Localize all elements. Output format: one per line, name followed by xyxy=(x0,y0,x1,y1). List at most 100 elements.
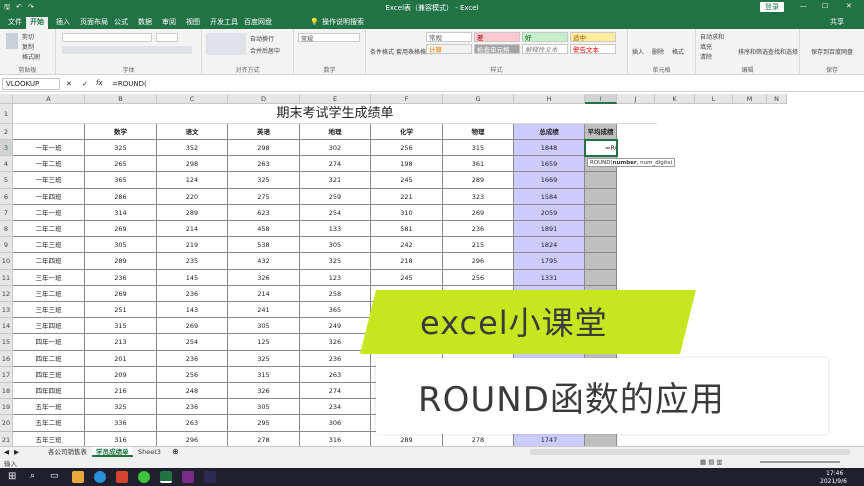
score-cell[interactable]: 278 xyxy=(228,431,300,446)
score-cell[interactable]: 249 xyxy=(300,318,371,335)
score-cell[interactable]: 432 xyxy=(228,253,300,270)
autosum-button[interactable]: 自动求和 xyxy=(700,32,724,41)
header-cell[interactable]: 语文 xyxy=(157,124,228,140)
score-cell[interactable]: 306 xyxy=(300,415,371,432)
score-cell[interactable]: 336 xyxy=(85,415,157,432)
row-header-5[interactable]: 5 xyxy=(0,172,13,189)
score-cell[interactable]: 316 xyxy=(85,431,157,446)
score-cell[interactable]: 251 xyxy=(85,302,157,319)
score-cell[interactable]: 213 xyxy=(85,334,157,351)
row-header-17[interactable]: 17 xyxy=(0,366,13,383)
score-cell[interactable]: 220 xyxy=(157,188,228,205)
score-cell[interactable]: 275 xyxy=(228,188,300,205)
class-name-cell[interactable]: 五年一班 xyxy=(13,399,85,416)
column-header-K[interactable]: K xyxy=(655,94,695,104)
score-cell[interactable]: 274 xyxy=(300,156,371,173)
class-name-cell[interactable]: 二年三班 xyxy=(13,237,85,254)
delete-cells-button[interactable]: 删除 xyxy=(652,47,664,56)
score-cell[interactable]: 241 xyxy=(228,302,300,319)
score-cell[interactable]: 245 xyxy=(371,269,443,286)
style-good[interactable]: 好 xyxy=(522,32,568,42)
score-cell[interactable]: 1331 xyxy=(514,269,585,286)
score-cell[interactable]: 143 xyxy=(157,302,228,319)
font-format-buttons[interactable] xyxy=(62,46,192,54)
score-cell[interactable]: 289 xyxy=(443,172,514,189)
font-name-select[interactable] xyxy=(62,33,152,42)
score-cell[interactable]: 623 xyxy=(228,204,300,221)
row-header-12[interactable]: 12 xyxy=(0,285,13,302)
score-cell[interactable]: 316 xyxy=(300,431,371,446)
class-name-cell[interactable]: 三年三班 xyxy=(13,302,85,319)
class-name-cell[interactable]: 四年三班 xyxy=(13,366,85,383)
enter-icon[interactable]: ✓ xyxy=(82,80,88,88)
edge-icon[interactable] xyxy=(94,471,106,483)
style-check-cell[interactable]: 检查单元格 xyxy=(474,44,520,54)
score-cell[interactable]: 538 xyxy=(228,237,300,254)
score-cell[interactable]: 1848 xyxy=(514,140,585,157)
score-cell[interactable]: 248 xyxy=(157,383,228,400)
score-cell[interactable]: 361 xyxy=(443,156,514,173)
row-header-13[interactable]: 13 xyxy=(0,302,13,319)
column-header-A[interactable]: A xyxy=(13,94,85,104)
score-cell[interactable]: 323 xyxy=(443,188,514,205)
format-cells-button[interactable]: 格式 xyxy=(672,47,684,56)
score-cell[interactable]: 236 xyxy=(157,399,228,416)
header-cell[interactable]: 数学 xyxy=(85,124,157,140)
score-cell[interactable]: 302 xyxy=(300,140,371,157)
score-cell[interactable]: 325 xyxy=(85,399,157,416)
class-name-cell[interactable]: 二年四班 xyxy=(13,253,85,270)
login-button[interactable]: 登录 xyxy=(760,2,784,12)
maximize-icon[interactable]: ☐ xyxy=(822,2,828,10)
row-header-10[interactable]: 10 xyxy=(0,253,13,270)
column-header-L[interactable]: L xyxy=(695,94,733,104)
sort-filter-button[interactable]: 排序和筛选 xyxy=(738,47,768,56)
row-header-8[interactable]: 8 xyxy=(0,221,13,238)
style-warning[interactable]: 警告文本 xyxy=(570,44,616,54)
score-cell[interactable]: 315 xyxy=(85,318,157,335)
class-name-cell[interactable]: 三年四班 xyxy=(13,318,85,335)
premiere-icon[interactable] xyxy=(182,471,194,483)
font-size-select[interactable] xyxy=(156,33,178,42)
average-cell[interactable] xyxy=(585,269,617,286)
column-header-N[interactable]: N xyxy=(767,94,787,104)
select-all-corner[interactable] xyxy=(0,94,13,104)
class-name-cell[interactable]: 三年一班 xyxy=(13,269,85,286)
score-cell[interactable]: 214 xyxy=(157,221,228,238)
row-header-15[interactable]: 15 xyxy=(0,334,13,351)
score-cell[interactable]: 305 xyxy=(85,237,157,254)
score-cell[interactable]: 269 xyxy=(157,318,228,335)
style-normal[interactable]: 常规 xyxy=(426,32,472,42)
tab-formulas[interactable]: 公式 xyxy=(110,17,132,29)
score-cell[interactable]: 326 xyxy=(228,269,300,286)
score-cell[interactable]: 221 xyxy=(371,188,443,205)
share-button[interactable]: 共享 xyxy=(826,17,848,29)
score-cell[interactable]: 133 xyxy=(300,221,371,238)
score-cell[interactable]: 201 xyxy=(85,350,157,367)
column-header-E[interactable]: E xyxy=(300,94,371,104)
cut-button[interactable]: 剪切 xyxy=(22,32,34,41)
score-cell[interactable]: 581 xyxy=(371,221,443,238)
clear-button[interactable]: 清除 xyxy=(700,52,712,61)
next-sheet-icon[interactable]: ▶ xyxy=(14,448,19,456)
class-name-cell[interactable]: 四年四班 xyxy=(13,383,85,400)
tab-view[interactable]: 视图 xyxy=(182,17,204,29)
score-cell[interactable]: 315 xyxy=(443,140,514,157)
header-cell[interactable]: 英语 xyxy=(228,124,300,140)
score-cell[interactable]: 216 xyxy=(85,383,157,400)
score-cell[interactable]: 236 xyxy=(157,285,228,302)
score-cell[interactable]: 234 xyxy=(300,399,371,416)
column-header-C[interactable]: C xyxy=(157,94,228,104)
cancel-icon[interactable]: ✕ xyxy=(66,80,72,88)
merge-center-button[interactable]: 合并后居中 xyxy=(250,46,280,55)
wrap-text-button[interactable]: 自动换行 xyxy=(250,34,274,43)
score-cell[interactable]: 236 xyxy=(443,221,514,238)
tab-data[interactable]: 数据 xyxy=(134,17,156,29)
tab-review[interactable]: 审阅 xyxy=(158,17,180,29)
class-name-cell[interactable]: 一年四班 xyxy=(13,188,85,205)
minimize-icon[interactable]: — xyxy=(800,2,807,10)
score-cell[interactable]: 325 xyxy=(300,253,371,270)
paste-icon[interactable] xyxy=(6,33,18,49)
row-header-1[interactable]: 1 xyxy=(0,104,13,124)
row-header-3[interactable]: 3 xyxy=(0,140,13,157)
column-header-H[interactable]: H xyxy=(514,94,585,104)
